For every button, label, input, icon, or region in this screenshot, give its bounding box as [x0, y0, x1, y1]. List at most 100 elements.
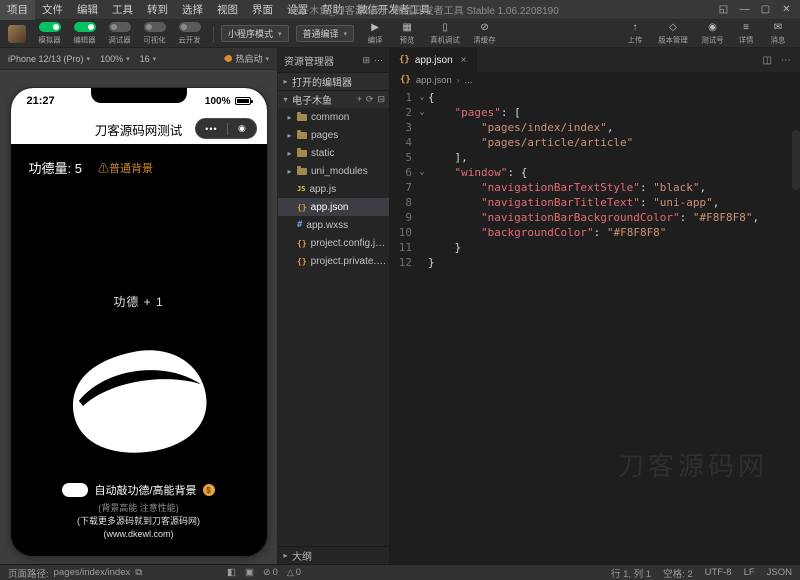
menu-item-编辑[interactable]: 编辑: [70, 0, 105, 20]
menu-item-项目[interactable]: 项目: [0, 0, 35, 20]
hot-restart-dropdown[interactable]: 热启动 ▾: [225, 52, 269, 65]
minimize-icon[interactable]: —: [735, 1, 754, 19]
tree-file-app.wxss[interactable]: #app.wxss: [278, 216, 389, 234]
split-editor-icon[interactable]: ◫: [763, 55, 772, 66]
new-file-icon[interactable]: +: [357, 94, 362, 105]
menu-item-文件[interactable]: 文件: [35, 0, 70, 20]
code-text: "navigationBarTitleText": "uni-app",: [428, 195, 719, 210]
eol-setting[interactable]: LF: [744, 567, 755, 578]
code-line[interactable]: 10 "backgroundColor": "#F8F8F8": [390, 225, 800, 240]
menu-item-选择[interactable]: 选择: [175, 0, 210, 20]
wooden-fish[interactable]: [64, 346, 214, 458]
zoom-selector[interactable]: 100% ▾: [100, 54, 130, 64]
toolbar: 模拟器编辑器调试器可视化云开发 小程序模式 ▾ 普通编译 ▾ ▶编译▦预览▯真机…: [0, 20, 800, 48]
action-清缓存[interactable]: ⊘清缓存: [469, 22, 500, 46]
fold-chevron-icon[interactable]: ⌄: [416, 105, 428, 120]
errors-count[interactable]: ⊘ 0: [263, 567, 278, 578]
action-详情[interactable]: ≡详情: [732, 22, 760, 46]
menu-item-帮助[interactable]: 帮助: [315, 0, 350, 20]
panel-toggle-模拟器[interactable]: 模拟器: [33, 22, 66, 46]
action-真机调试[interactable]: ▯真机调试: [425, 22, 465, 46]
background-mode-badge[interactable]: ⚠普通背景: [98, 160, 153, 176]
auto-tap-switch[interactable]: [62, 483, 88, 497]
device-selector[interactable]: iPhone 12/13 (Pro) ▾: [8, 54, 90, 64]
panel-toggle-编辑器[interactable]: 编辑器: [68, 22, 101, 46]
menu-item-视图[interactable]: 视图: [210, 0, 245, 20]
panel-toggle-可视化[interactable]: 可视化: [138, 22, 171, 46]
action-测试号[interactable]: ◉测试号: [697, 22, 728, 46]
cursor-position[interactable]: 行 1, 列 1: [611, 566, 651, 580]
project-section[interactable]: ▾ 电子木鱼 + ⟳ ⊟: [278, 90, 389, 108]
action-版本管理[interactable]: ◇版本管理: [653, 22, 693, 46]
menu-item-界面[interactable]: 界面: [245, 0, 280, 20]
toolbar-actions: ▶编译▦预览▯真机调试⊘清缓存: [361, 22, 500, 46]
action-预览[interactable]: ▦预览: [393, 22, 421, 46]
menu-item-微信开发者工具[interactable]: 微信开发者工具: [350, 0, 438, 20]
code-line[interactable]: 1⌄{: [390, 90, 800, 105]
tree-folder-uni_modules[interactable]: ▸uni_modules: [278, 162, 389, 180]
encoding-setting[interactable]: UTF-8: [705, 567, 732, 578]
menu-item-转到[interactable]: 转到: [140, 0, 175, 20]
code-line[interactable]: 11 }: [390, 240, 800, 255]
action-编译[interactable]: ▶编译: [361, 22, 389, 46]
outline-section[interactable]: ▸ 大纲: [278, 546, 389, 564]
code-line[interactable]: 12}: [390, 255, 800, 270]
close-icon[interactable]: ✕: [777, 1, 796, 19]
tree-folder-pages[interactable]: ▸pages: [278, 126, 389, 144]
code-line[interactable]: 3 "pages/index/index",: [390, 120, 800, 135]
open-editors-section[interactable]: ▸ 打开的编辑器: [278, 72, 389, 90]
user-avatar[interactable]: [8, 25, 26, 43]
language-mode[interactable]: JSON: [767, 567, 792, 578]
menu-item-设置[interactable]: 设置: [280, 0, 315, 20]
action-上传[interactable]: ↑上传: [621, 22, 649, 46]
fold-chevron-icon[interactable]: ⌄: [416, 165, 428, 180]
fold-chevron-icon[interactable]: ⌄: [416, 90, 428, 105]
simulator-panel: iPhone 12/13 (Pro) ▾ 100% ▾ 16 ▾ 热启动 ▾: [0, 48, 278, 564]
action-消息[interactable]: ✉消息: [764, 22, 792, 46]
tree-folder-common[interactable]: ▸common: [278, 108, 389, 126]
new-file-icon[interactable]: ⊞: [362, 55, 370, 66]
capsule-home-icon[interactable]: ◉: [238, 123, 246, 134]
network-selector[interactable]: 16 ▾: [140, 54, 157, 64]
tree-file-app.js[interactable]: JSapp.js: [278, 180, 389, 198]
sidebar-toggle-icon[interactable]: ◧: [227, 567, 236, 578]
tree-file-app.json[interactable]: {}app.json: [278, 198, 389, 216]
code-line[interactable]: 2⌄ "pages": [: [390, 105, 800, 120]
code-line[interactable]: 9 "navigationBarBackgroundColor": "#F8F8…: [390, 210, 800, 225]
refresh-icon[interactable]: ⟳: [366, 94, 374, 105]
code-area[interactable]: 1⌄{2⌄ "pages": [3 "pages/index/index",4 …: [390, 88, 800, 564]
compile-mode-dropdown[interactable]: 普通编译 ▾: [296, 25, 355, 42]
code-line[interactable]: 6⌄ "window": {: [390, 165, 800, 180]
code-line[interactable]: 8 "navigationBarTitleText": "uni-app",: [390, 195, 800, 210]
indent-setting[interactable]: 空格: 2: [663, 566, 693, 580]
more-actions-icon[interactable]: ⋯: [781, 55, 791, 66]
tab-app-json[interactable]: {} app.json ×: [390, 48, 477, 72]
capsule-menu-icon[interactable]: •••: [205, 124, 217, 134]
code-line[interactable]: 4 "pages/article/article": [390, 135, 800, 150]
tree-folder-static[interactable]: ▸static: [278, 144, 389, 162]
close-tab-icon[interactable]: ×: [461, 55, 467, 66]
message-icon: ✉: [774, 22, 782, 33]
panel-toggle-云开发[interactable]: 云开发: [173, 22, 206, 46]
collapse-all-icon[interactable]: ⊟: [377, 94, 385, 105]
code-line[interactable]: 5 ],: [390, 150, 800, 165]
maximize-icon[interactable]: ▢: [756, 1, 775, 19]
tree-file-project.private.config.js...[interactable]: {}project.private.config.js...: [278, 252, 389, 270]
tree-file-project.config.json[interactable]: {}project.config.json: [278, 234, 389, 252]
toggle-switch-icon: [39, 22, 61, 32]
breadcrumb-symbol[interactable]: ...: [464, 75, 472, 86]
panel-toggle-icon[interactable]: ▣: [245, 567, 254, 578]
menu-item-工具[interactable]: 工具: [105, 0, 140, 20]
layout-icon[interactable]: ◱: [714, 1, 733, 19]
capsule-button[interactable]: ••• ◉: [195, 118, 257, 139]
editor-scrollbar[interactable]: [792, 130, 800, 190]
code-line[interactable]: 7 "navigationBarTextStyle": "black",: [390, 180, 800, 195]
warnings-count[interactable]: △ 0: [287, 567, 301, 578]
more-actions-icon[interactable]: ⋯: [374, 55, 383, 66]
copy-path-icon[interactable]: ⧉: [135, 567, 142, 578]
page-path-value[interactable]: pages/index/index: [54, 567, 131, 578]
fold-gutter: [416, 210, 428, 225]
breadcrumb-file[interactable]: app.json: [416, 75, 452, 86]
mode-dropdown[interactable]: 小程序模式 ▾: [221, 25, 289, 42]
panel-toggle-调试器[interactable]: 调试器: [103, 22, 136, 46]
